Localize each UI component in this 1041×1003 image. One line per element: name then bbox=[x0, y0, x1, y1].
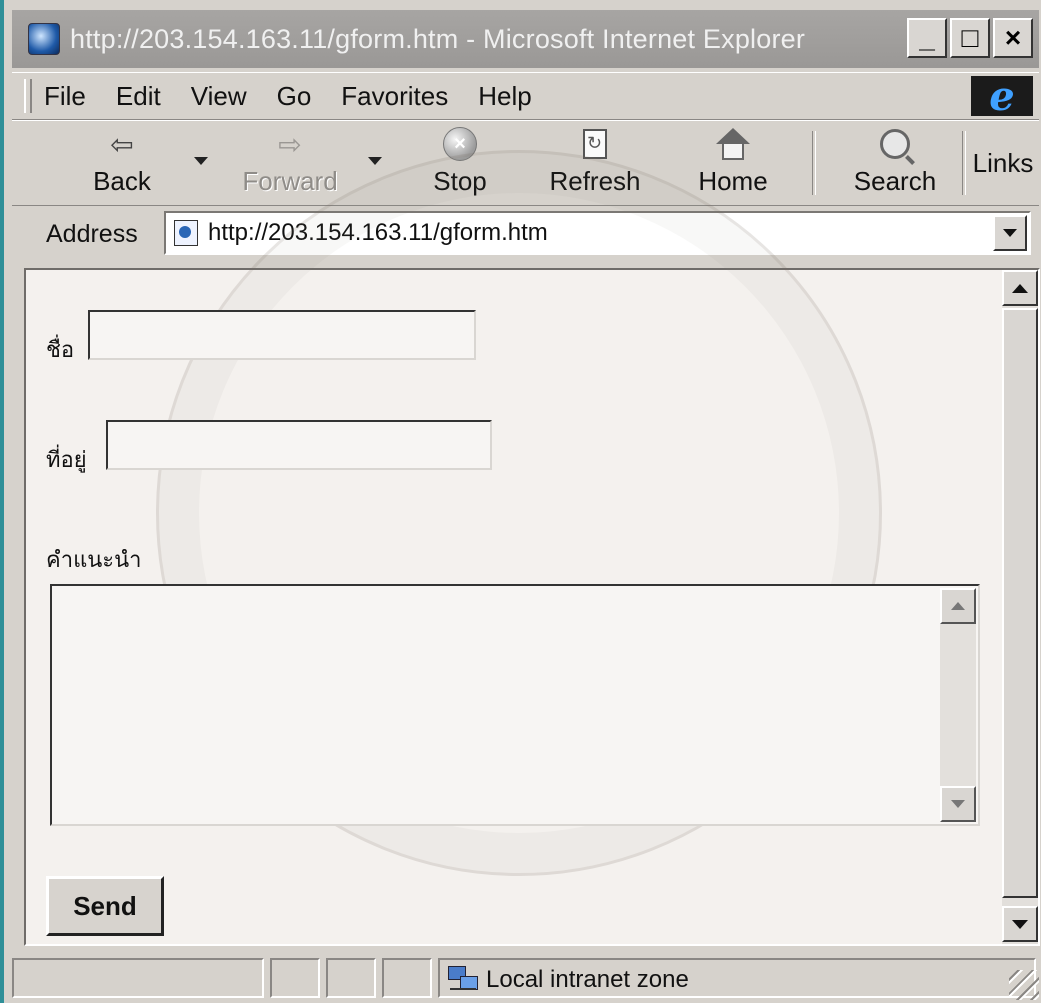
forward-arrow-icon: ⇨ bbox=[278, 128, 302, 160]
textarea-scrollbar[interactable] bbox=[940, 588, 976, 822]
status-zone-pane: Local intranet zone bbox=[438, 958, 1036, 998]
menu-view[interactable]: View bbox=[191, 81, 247, 112]
status-pane-main bbox=[12, 958, 264, 998]
menu-go[interactable]: Go bbox=[277, 81, 312, 112]
back-button[interactable]: ⇦ Back bbox=[82, 121, 162, 205]
address-input[interactable]: http://203.154.163.11/gform.htm bbox=[164, 211, 1031, 255]
menu-grip[interactable] bbox=[24, 79, 32, 113]
home-label: Home bbox=[698, 166, 768, 196]
stop-icon: × bbox=[443, 127, 477, 161]
home-icon bbox=[716, 128, 750, 160]
forward-button: ⇨ Forward bbox=[230, 121, 350, 205]
status-pane bbox=[382, 958, 432, 998]
home-button[interactable]: Home bbox=[688, 121, 778, 205]
browser-window: http://203.154.163.11/gform.htm - Micros… bbox=[0, 0, 1041, 1003]
back-label: Back bbox=[93, 166, 151, 196]
links-label: Links bbox=[972, 147, 1034, 178]
arrow-up-icon bbox=[1012, 283, 1028, 293]
address-label: Address bbox=[46, 219, 138, 248]
textarea-scroll-down-button[interactable] bbox=[940, 786, 976, 822]
address-field-label: ที่อยู่ bbox=[46, 448, 87, 473]
refresh-icon bbox=[583, 129, 607, 159]
page-icon bbox=[174, 220, 198, 246]
name-label: ชื่อ bbox=[46, 338, 75, 363]
maximize-button[interactable]: □ bbox=[950, 18, 990, 58]
scroll-up-button[interactable] bbox=[1002, 270, 1038, 306]
menu-help[interactable]: Help bbox=[478, 81, 531, 112]
search-button[interactable]: Search bbox=[840, 121, 950, 205]
minimize-button[interactable]: _ bbox=[907, 18, 947, 58]
back-dropdown-arrow[interactable] bbox=[194, 157, 208, 165]
forward-label: Forward bbox=[242, 166, 338, 196]
name-input[interactable] bbox=[88, 310, 476, 360]
window-title: http://203.154.163.11/gform.htm - Micros… bbox=[70, 23, 806, 54]
zone-text: Local intranet zone bbox=[486, 966, 689, 993]
search-icon bbox=[880, 129, 910, 159]
address-field-input[interactable] bbox=[106, 420, 492, 470]
textarea-scroll-up-button[interactable] bbox=[940, 588, 976, 624]
address-dropdown-button[interactable] bbox=[993, 215, 1027, 251]
status-pane bbox=[270, 958, 320, 998]
stop-label: Stop bbox=[433, 166, 487, 196]
menu-bar: File Edit View Go Favorites Help e bbox=[12, 72, 1039, 120]
arrow-up-icon bbox=[951, 602, 965, 610]
standard-toolbar: ⇦ Back ⇨ Forward × Stop Refresh Home Sea… bbox=[12, 120, 1039, 206]
suggestion-label: คำแนะนำ bbox=[46, 548, 142, 573]
arrow-down-icon bbox=[1012, 919, 1028, 929]
arrow-down-icon bbox=[951, 800, 965, 808]
title-bar[interactable]: http://203.154.163.11/gform.htm - Micros… bbox=[12, 10, 1039, 68]
refresh-button[interactable]: Refresh bbox=[540, 121, 650, 205]
forward-dropdown-arrow bbox=[368, 157, 382, 165]
links-button[interactable]: Links bbox=[970, 121, 1036, 205]
page-content: ชื่อ ที่อยู่ คำแนะนำ Send bbox=[24, 150, 1040, 946]
send-button[interactable]: Send bbox=[46, 876, 164, 936]
toolbar-separator bbox=[812, 131, 816, 195]
address-url[interactable]: http://203.154.163.11/gform.htm bbox=[208, 219, 548, 247]
toolbar-separator bbox=[962, 131, 966, 195]
search-label: Search bbox=[853, 166, 937, 196]
resize-grip[interactable] bbox=[1009, 970, 1039, 1000]
menu-file[interactable]: File bbox=[44, 81, 86, 112]
refresh-label: Refresh bbox=[549, 166, 641, 196]
stop-button[interactable]: × Stop bbox=[420, 121, 500, 205]
address-bar: Address http://203.154.163.11/gform.htm bbox=[12, 206, 1039, 262]
page-scrollbar[interactable] bbox=[1002, 270, 1038, 944]
menu-edit[interactable]: Edit bbox=[116, 81, 161, 112]
menu-favorites[interactable]: Favorites bbox=[341, 81, 448, 112]
intranet-zone-icon bbox=[448, 966, 478, 992]
back-arrow-icon: ⇦ bbox=[110, 128, 134, 160]
scroll-down-button[interactable] bbox=[1002, 906, 1038, 942]
status-bar: Local intranet zone bbox=[12, 956, 1039, 1000]
ie-logo-icon: e bbox=[971, 73, 1033, 120]
suggestion-textarea[interactable] bbox=[50, 584, 980, 826]
scroll-thumb[interactable] bbox=[1002, 308, 1038, 898]
status-pane bbox=[326, 958, 376, 998]
ie-window-icon[interactable] bbox=[28, 23, 60, 55]
close-button[interactable]: × bbox=[993, 18, 1033, 58]
